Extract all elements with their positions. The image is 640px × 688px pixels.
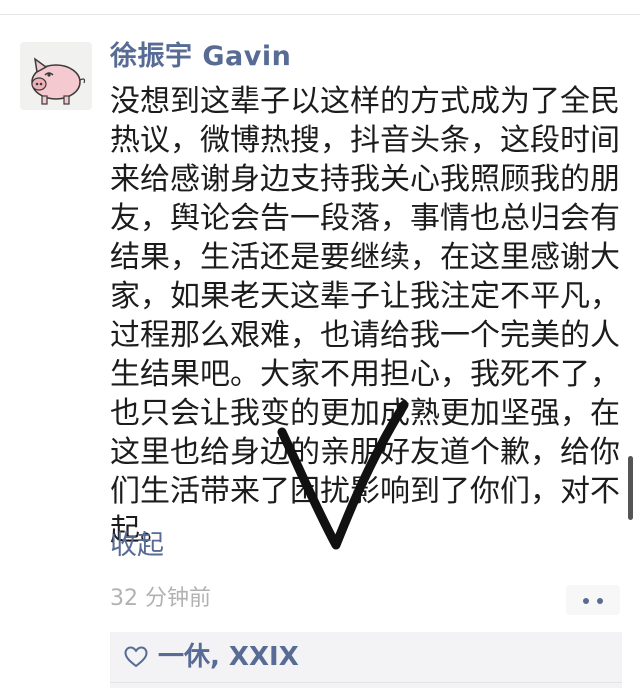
top-divider — [0, 14, 640, 15]
post-text-line: 也只会让我变的更加成熟更加坚强，在 — [110, 396, 620, 431]
more-options-button[interactable] — [566, 585, 620, 615]
post-text-line: 这里也给身边的亲朋好友道个歉，给你 — [110, 435, 620, 470]
post-text-line: 来给感谢身边支持我关心我照顾我的朋 — [110, 162, 620, 197]
post-text-line: 生结果吧。大家不用担心，我死不了， — [110, 357, 620, 392]
likes-names[interactable]: 一休, XXIX — [158, 640, 299, 674]
post-text-line: 家，如果老天这辈子让我注定不平凡， — [110, 279, 620, 314]
dot-icon — [583, 598, 589, 604]
heart-outline-icon — [124, 646, 148, 668]
avatar[interactable] — [20, 42, 92, 110]
post-timestamp: 32 分钟前 — [110, 586, 211, 611]
collapse-link[interactable]: 收起 — [110, 528, 164, 564]
dot-icon — [597, 598, 603, 604]
likes-divider — [110, 682, 622, 683]
post-text-line: 们生活带来了困扰影响到了你们，对不 — [110, 474, 620, 509]
moments-post-screen: 徐振宇 Gavin 没想到这辈子以这样的方式成为了全民 热议，微博热搜，抖音头条… — [0, 0, 640, 688]
scrollbar[interactable] — [628, 456, 633, 520]
post-text-line: 结果，生活还是要继续，在这里感谢大 — [110, 240, 620, 275]
likes-panel: 一休, XXIX — [110, 632, 622, 688]
cartoon-pig-icon — [31, 57, 86, 105]
post-text-line: 友，舆论会告一段落，事情也总归会有 — [110, 201, 620, 236]
post-text-line: 起。 — [110, 513, 170, 548]
post-text-line: 没想到这辈子以这样的方式成为了全民 — [110, 84, 620, 119]
author-name[interactable]: 徐振宇 Gavin — [110, 40, 291, 74]
post-text-line: 过程那么艰难，也请给我一个完美的人 — [110, 318, 620, 353]
post-text: 没想到这辈子以这样的方式成为了全民 热议，微博热搜，抖音头条，这段时间 来给感谢… — [110, 82, 630, 550]
post-text-line: 热议，微博热搜，抖音头条，这段时间 — [110, 123, 620, 158]
